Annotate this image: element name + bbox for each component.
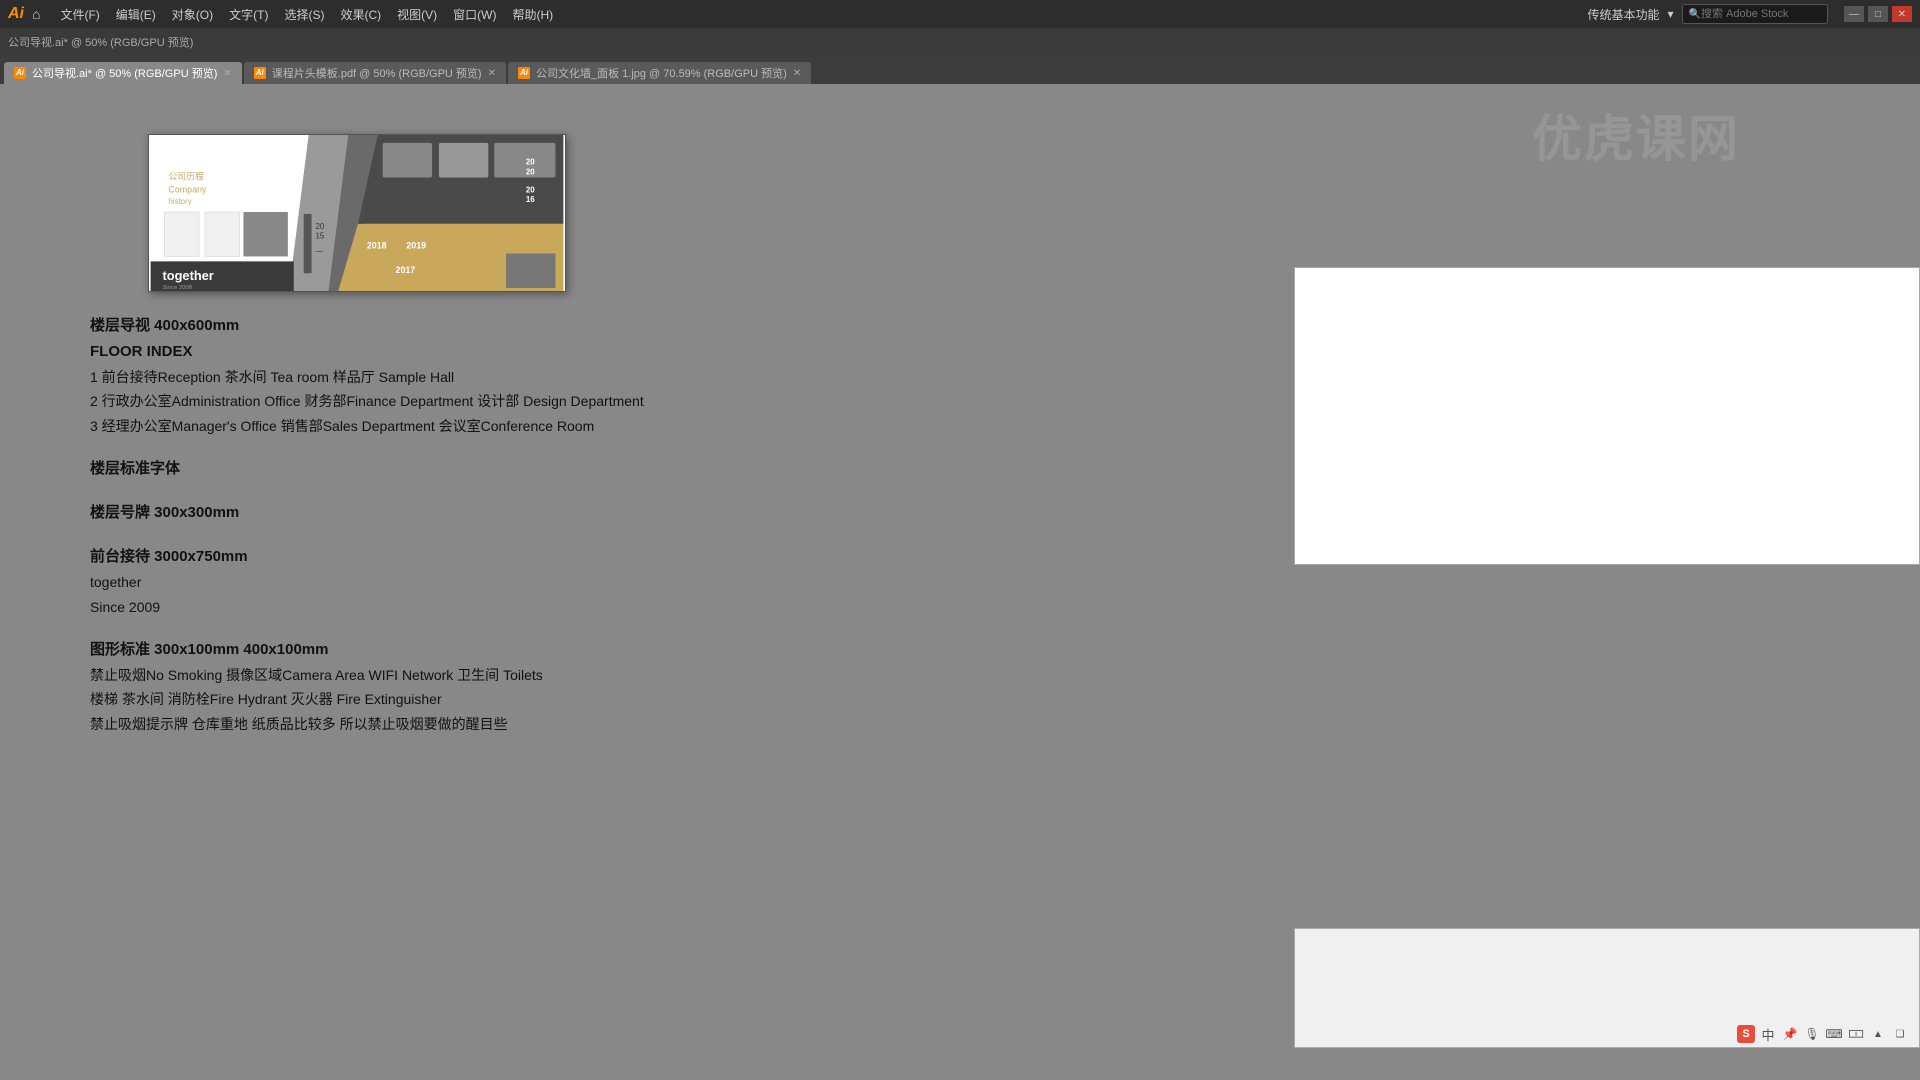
search-icon: 🔍 <box>1689 9 1701 20</box>
text-floor-2: 2 行政办公室Administration Office 财务部Finance … <box>90 390 830 412</box>
text-floor-sign: 楼层号牌 300x300mm <box>90 501 830 525</box>
svg-text:2019: 2019 <box>406 241 426 251</box>
menu-help[interactable]: 帮助(H) <box>504 4 561 25</box>
menu-bar: Ai ⌂ 文件(F) 编辑(E) 对象(O) 文字(T) 选择(S) 效果(C)… <box>0 0 1920 28</box>
menu-right-area: 传统基本功能 ▾ 🔍 — □ ✕ <box>1588 4 1913 24</box>
section-graphic: 图形标准 300x100mm 400x100mm 禁止吸烟No Smoking … <box>90 638 830 735</box>
text-floor-font: 楼层标准字体 <box>90 457 830 481</box>
svg-text:20: 20 <box>526 185 535 194</box>
menu-file[interactable]: 文件(F) <box>52 4 107 25</box>
svg-text:20: 20 <box>526 167 535 176</box>
canvas-area: 优虎课网 20 <box>0 84 1920 1080</box>
tray-icon-2[interactable]: ❑ <box>1891 1025 1909 1043</box>
svg-text:history: history <box>168 197 191 206</box>
tab-label-2: 课程片头模板.pdf @ 50% (RGB/GPU 预览) <box>272 65 482 81</box>
text-floor-1: 1 前台接待Reception 茶水间 Tea room 样品厅 Sample … <box>90 366 830 388</box>
stock-search-input[interactable] <box>1701 8 1821 20</box>
tab-close-1[interactable]: ✕ <box>223 68 231 79</box>
menu-view[interactable]: 视图(V) <box>389 4 445 25</box>
text-floor-3: 3 经理办公室Manager's Office 销售部Sales Departm… <box>90 415 830 437</box>
text-floor-index: FLOOR INDEX <box>90 340 830 364</box>
tab-1[interactable]: Ai 公司导视.ai* @ 50% (RGB/GPU 预览) ✕ <box>4 62 242 84</box>
tab-label-3: 公司文化墙_面板 1.jpg @ 70.59% (RGB/GPU 预览) <box>536 65 787 81</box>
text-graphic-title: 图形标准 300x100mm 400x100mm <box>90 638 830 662</box>
svg-text:20: 20 <box>526 158 535 167</box>
text-reception-title: 前台接待 3000x750mm <box>90 545 830 569</box>
input-icon[interactable]: 中 <box>1759 1025 1777 1043</box>
express-icon[interactable]: 🀱 <box>1847 1025 1865 1043</box>
mic-icon[interactable]: 🎙 <box>1803 1025 1821 1043</box>
menu-text[interactable]: 文字(T) <box>221 4 276 25</box>
minimize-button[interactable]: — <box>1844 6 1864 22</box>
svg-text:together: together <box>162 268 213 283</box>
tab-3[interactable]: Ai 公司文化墙_面板 1.jpg @ 70.59% (RGB/GPU 预览) … <box>508 62 811 84</box>
tab-close-2[interactable]: ✕ <box>488 68 496 79</box>
svg-text:Company: Company <box>168 184 207 194</box>
tab-ai-icon-3: Ai <box>518 67 530 79</box>
svg-text:20: 20 <box>316 222 325 231</box>
watermark: 优虎课网 <box>1532 99 1740 171</box>
taskbar-icons: S 中 📌 🎙 ⌨ 🀱 ▲ ❑ <box>1737 1025 1909 1043</box>
section-sign: 楼层号牌 300x300mm <box>90 501 830 525</box>
tab-label-1: 公司导视.ai* @ 50% (RGB/GPU 预览) <box>32 65 217 81</box>
tray-icon-1[interactable]: ▲ <box>1869 1025 1887 1043</box>
svg-text:2017: 2017 <box>396 265 416 275</box>
menu-edit[interactable]: 编辑(E) <box>108 4 164 25</box>
document-title: 公司导视.ai* @ 50% (RGB/GPU 预览) <box>8 34 193 50</box>
sogou-icon[interactable]: S <box>1737 1025 1755 1043</box>
document-title-bar: 公司导视.ai* @ 50% (RGB/GPU 预览) <box>0 28 1920 56</box>
section-reception: 前台接待 3000x750mm together Since 2009 <box>90 545 830 618</box>
text-graphic-1: 禁止吸烟No Smoking 摄像区域Camera Area WIFI Netw… <box>90 664 830 686</box>
svg-text:2018: 2018 <box>367 241 387 251</box>
workspace-label[interactable]: 传统基本功能 <box>1588 6 1660 23</box>
tab-bar: Ai 公司导视.ai* @ 50% (RGB/GPU 预览) ✕ Ai 课程片头… <box>0 56 1920 84</box>
menu-object[interactable]: 对象(O) <box>164 4 221 25</box>
text-together: together <box>90 571 830 593</box>
svg-text:15: 15 <box>316 232 325 241</box>
maximize-button[interactable]: □ <box>1868 6 1888 22</box>
svg-text:—: — <box>316 246 324 255</box>
keyboard-icon[interactable]: ⌨ <box>1825 1025 1843 1043</box>
right-panel-2: S 中 📌 🎙 ⌨ 🀱 ▲ ❑ <box>1294 928 1920 1048</box>
text-content-area: 楼层导视 400x600mm FLOOR INDEX 1 前台接待Recepti… <box>90 314 830 737</box>
svg-text:16: 16 <box>526 195 535 204</box>
text-graphic-2: 楼梯 茶水间 消防栓Fire Hydrant 灭火器 Fire Extingui… <box>90 688 830 710</box>
menu-select[interactable]: 选择(S) <box>276 4 332 25</box>
text-graphic-3: 禁止吸烟提示牌 仓库重地 纸质品比较多 所以禁止吸烟要做的醒目些 <box>90 713 830 735</box>
document-preview: 2018 2019 2017 20 20 20 16 公司历程 Company … <box>148 134 566 292</box>
tab-ai-icon-1: Ai <box>14 67 26 79</box>
right-panel-1 <box>1294 267 1920 565</box>
workspace-arrow[interactable]: ▾ <box>1668 7 1674 21</box>
app-logo: Ai <box>8 5 24 23</box>
svg-text:Since 2008: Since 2008 <box>162 285 192 291</box>
pin-icon[interactable]: 📌 <box>1781 1025 1799 1043</box>
svg-text:公司历程: 公司历程 <box>168 171 204 181</box>
menu-effects[interactable]: 效果(C) <box>332 4 389 25</box>
tab-ai-icon-2: Ai <box>254 67 266 79</box>
window-controls: — □ ✕ <box>1844 6 1912 22</box>
stock-search-box[interactable]: 🔍 <box>1682 4 1828 24</box>
text-since: Since 2009 <box>90 596 830 618</box>
section-font: 楼层标准字体 <box>90 457 830 481</box>
home-icon[interactable]: ⌂ <box>32 6 40 22</box>
tab-2[interactable]: Ai 课程片头模板.pdf @ 50% (RGB/GPU 预览) ✕ <box>244 62 506 84</box>
text-floor-guide: 楼层导视 400x600mm <box>90 314 830 338</box>
menu-window[interactable]: 窗口(W) <box>445 4 504 25</box>
tab-close-3[interactable]: ✕ <box>793 68 801 79</box>
close-button[interactable]: ✕ <box>1892 6 1912 22</box>
